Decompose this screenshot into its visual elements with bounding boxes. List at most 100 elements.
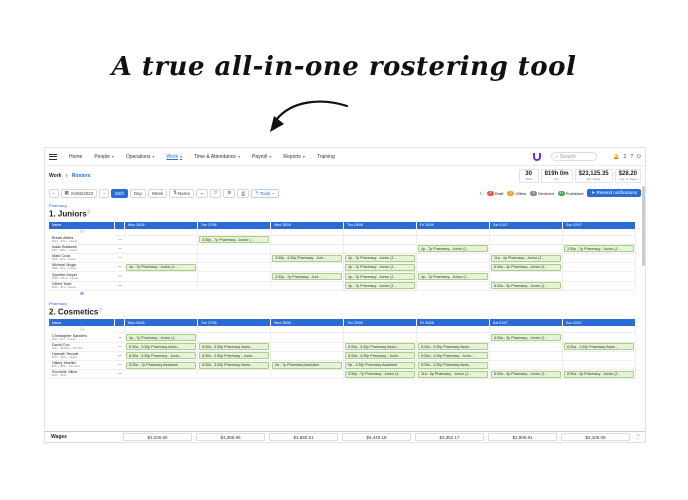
next-week-button[interactable]: › <box>99 188 109 198</box>
sort-dropdown-button[interactable]: ⌄ <box>196 188 208 198</box>
shift-block[interactable]: 8:30a - 4:30p Pharmacy - Junio... <box>126 352 196 360</box>
breadcrumb-current[interactable]: Rosters <box>72 173 91 179</box>
resend-notifications-button[interactable]: ➤ Resend notifications <box>587 189 641 197</box>
employee-name[interactable]: Christopher Sanders #021 · 9hrs · Casual <box>49 333 115 343</box>
roster-cell[interactable] <box>490 351 563 361</box>
roster-cell[interactable]: 8:30a - 1:30p Pharmacy Assis... <box>563 342 636 352</box>
shift-block[interactable]: 8:30a - 3p Pharmacy - Junior (J... <box>491 334 561 342</box>
chevron-up-icon[interactable]: ⌃ <box>632 434 645 440</box>
row-collapse-icon[interactable]: – <box>115 370 125 380</box>
row-collapse-icon[interactable]: – <box>115 333 125 343</box>
shift-block[interactable]: 8:30a - 3:30p Pharmacy Assis... <box>199 343 269 351</box>
shift-block[interactable]: 8:30a - 1:30p Pharmacy Assis... <box>564 343 634 351</box>
row-collapse-icon[interactable]: – <box>115 263 125 273</box>
roster-cell[interactable] <box>271 244 344 255</box>
roster-cell[interactable] <box>125 370 198 380</box>
status-count-published[interactable]: 41 Published <box>557 190 583 196</box>
status-count-offers[interactable]: 1 Offers <box>507 190 526 196</box>
roster-cell[interactable] <box>271 342 344 352</box>
shift-block[interactable]: 4p - 7p Pharmacy - Junior (J... <box>126 334 196 342</box>
roster-cell[interactable]: 8:30a - 3:30p Pharmacy Assis... <box>198 342 271 352</box>
row-collapse-icon[interactable]: – <box>115 272 125 282</box>
roster-cell[interactable] <box>198 244 271 255</box>
shift-block[interactable]: 11a - 5p Pharmacy - Junior (J... <box>418 370 488 378</box>
roster-cell[interactable]: 9a - 4:30p Pharmacy Assistant <box>344 361 417 371</box>
open-shift-cell[interactable] <box>115 326 125 334</box>
roster-cell[interactable] <box>417 333 490 343</box>
roster-cell[interactable] <box>125 254 198 264</box>
open-shift-cell[interactable] <box>271 326 344 334</box>
sort-select[interactable]: ⇅ Name <box>169 188 195 198</box>
roster-cell[interactable] <box>490 235 563 245</box>
shift-block[interactable]: 8:30a - 3p Pharmacy - Junior (J... <box>491 282 561 290</box>
shift-block[interactable]: 4p - 7p Pharmacy - Junior (J... <box>345 263 415 271</box>
roster-cell[interactable] <box>271 281 344 291</box>
employee-name[interactable]: Breah Atkins #013 · 20hrs · Casual <box>49 236 115 245</box>
employee-name[interactable]: Hannah Temple #016 · 30hrs · Casual <box>49 352 115 361</box>
roster-cell[interactable] <box>563 281 636 291</box>
nav-item-time-attendance[interactable]: Time & Attendance ▾ <box>194 154 240 160</box>
roster-cell[interactable]: 9a - 7p Pharmacy Assistant <box>271 361 344 371</box>
roster-cell[interactable]: 3:30p - 7p Pharmacy - Junior (... <box>198 235 271 245</box>
roster-cell[interactable] <box>490 272 563 282</box>
roster-cell[interactable] <box>198 254 271 264</box>
shift-block[interactable]: 4p - 7p Pharmacy - Junior (J... <box>345 254 415 262</box>
roster-cell[interactable] <box>563 263 636 273</box>
roster-cell[interactable]: 8:30a - 4:30p Pharmacy Assis... <box>417 361 490 371</box>
roster-cell[interactable] <box>417 254 490 264</box>
roster-cell[interactable]: 8:30a - 3:30p Pharmacy Assis... <box>198 361 271 371</box>
nav-item-people[interactable]: People ▾ <box>94 154 114 160</box>
open-shift-cell[interactable] <box>344 326 417 334</box>
roster-cell[interactable]: 4p - 7p Pharmacy - Junior (J... <box>417 272 490 282</box>
refresh-icon[interactable]: ↻ <box>479 191 482 196</box>
shift-block[interactable]: 4p - 7p Pharmacy - Junior (J... <box>418 273 488 280</box>
roster-cell[interactable] <box>271 333 344 343</box>
bell-icon[interactable]: 🔔 <box>613 154 619 160</box>
shift-block[interactable]: 8:30a - 4:30p Pharmacy - Junio... <box>345 352 415 360</box>
roster-cell[interactable] <box>344 244 417 255</box>
employee-name[interactable]: Isaac Bradwell #011 · 18hrs · Casual <box>49 245 115 255</box>
roster-cell[interactable] <box>490 361 563 371</box>
roster-cell[interactable]: 8:30a - 3p Pharmacy - Junior (J... <box>490 370 563 380</box>
open-shift-cell[interactable] <box>417 228 490 236</box>
roster-cell[interactable]: 4p - 7p Pharmacy - Junior (J... <box>344 281 417 291</box>
roster-cell[interactable]: 8:30a - 3p Pharmacy - Junior (J... <box>490 281 563 291</box>
roster-cell[interactable]: 4p - 7p Pharmacy - Junior (J... <box>344 254 417 264</box>
roster-cell[interactable] <box>563 254 636 264</box>
tools-button[interactable]: ✎ Tools ⌄ <box>250 188 280 198</box>
roster-cell[interactable] <box>417 281 490 291</box>
roster-cell[interactable] <box>563 361 636 371</box>
open-shift-cell[interactable] <box>115 228 125 236</box>
shift-block[interactable]: 3:30p - 4:30p Pharmacy - Juni... <box>272 254 342 262</box>
open-shift-cell[interactable] <box>198 228 271 236</box>
open-shift-cell[interactable] <box>563 326 636 334</box>
nav-item-operations[interactable]: Operations ▾ <box>126 154 154 160</box>
shift-block[interactable]: 8:30a - 3p Pharmacy - Junior (J... <box>491 263 561 271</box>
status-count-draft[interactable]: 4 Draft <box>486 190 503 196</box>
roster-cell[interactable] <box>563 235 636 245</box>
roster-cell[interactable] <box>198 370 271 380</box>
roster-cell[interactable] <box>490 342 563 352</box>
roster-cell[interactable] <box>563 272 636 282</box>
employee-name[interactable]: Rochelle Hilton #019 · 30hrs <box>49 370 115 380</box>
date-picker[interactable]: ▦ 24/06/2022 <box>60 188 98 198</box>
roster-cell[interactable] <box>125 281 198 291</box>
roster-cell[interactable] <box>271 370 344 380</box>
roster-cell[interactable]: 3:30p - 7p Pharmacy - Junior (J... <box>563 244 636 255</box>
shift-block[interactable]: 3:30p - 7p Pharmacy - Juni... <box>272 273 342 280</box>
status-count-declined[interactable]: 0 Declined <box>530 190 554 196</box>
roster-cell[interactable] <box>198 263 271 273</box>
open-shift-cell[interactable] <box>125 326 198 334</box>
employee-name[interactable]: Quentin Dwyer #048 · 8.5hrs · Casual <box>49 272 115 282</box>
open-shift-cell[interactable] <box>198 326 271 334</box>
roster-cell[interactable]: 8:30a - 3p Pharmacy - Junior (J... <box>563 370 636 380</box>
shift-block[interactable]: 4p - 7p Pharmacy - Junior (J... <box>126 263 196 271</box>
open-shift-cell[interactable] <box>563 228 636 236</box>
roster-cell[interactable] <box>271 351 344 361</box>
menu-icon[interactable] <box>49 153 57 160</box>
open-shifts-icon[interactable]: ⚇ <box>49 326 115 333</box>
open-shift-cell[interactable] <box>417 326 490 334</box>
roster-cell[interactable]: 8:30a - 3:30p Pharmacy Assis... <box>344 342 417 352</box>
scrollbar[interactable] <box>642 186 645 266</box>
roster-cell[interactable] <box>125 272 198 282</box>
